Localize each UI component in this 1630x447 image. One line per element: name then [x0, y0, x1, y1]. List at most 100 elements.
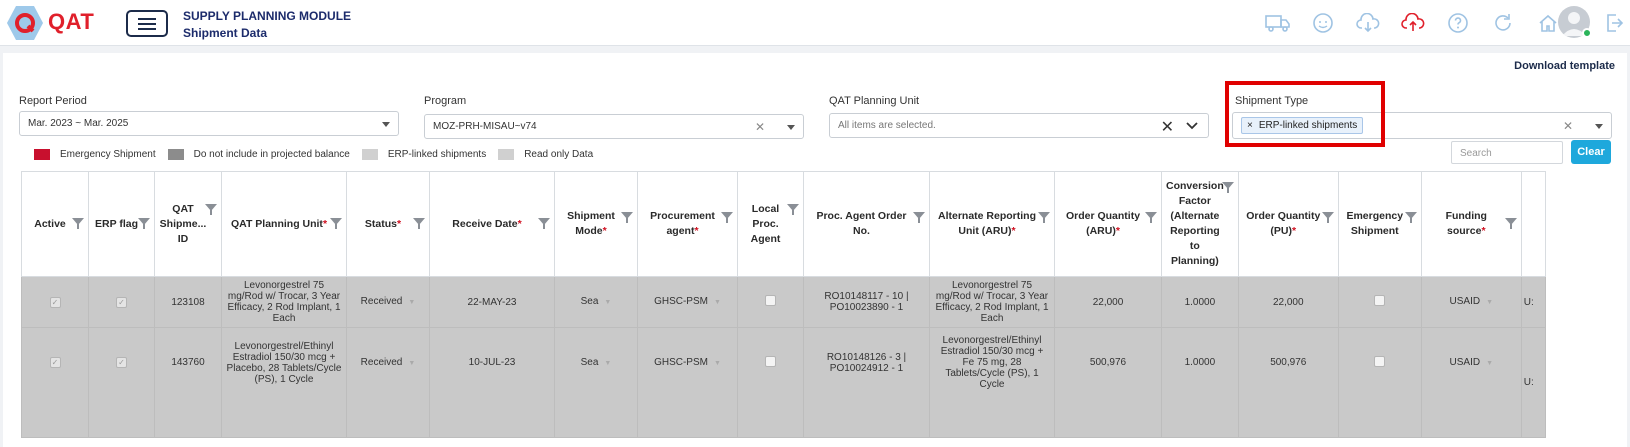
order-qty-aru-cell[interactable]: 500,976 [1054, 327, 1162, 438]
funding-value: USAID [1449, 296, 1481, 307]
column-header-funding-source[interactable]: Funding source* [1420, 171, 1522, 277]
table-row[interactable]: ✓ ✓ 123108 Levonorgestrel 75 mg/Rod w/ T… [21, 276, 1546, 328]
column-header-label: QAT Shipme... ID [159, 202, 207, 245]
help-icon[interactable] [1435, 8, 1480, 38]
program-select[interactable]: MOZ-PRH-MISAU~v74 ✕ [424, 114, 804, 139]
truck-icon[interactable] [1255, 8, 1300, 38]
cloud-download-icon[interactable] [1345, 8, 1390, 38]
active-checkbox[interactable]: ✓ [49, 296, 61, 308]
filter-icon[interactable] [1321, 212, 1334, 223]
column-header-order-qty-aru[interactable]: Order Quantity (ARU)* [1054, 171, 1162, 277]
logout-icon[interactable] [1604, 12, 1624, 34]
filter-icon[interactable] [205, 204, 217, 215]
required-marker: * [397, 217, 402, 230]
erp-flag-checkbox[interactable]: ✓ [116, 296, 127, 308]
filter-icon[interactable] [721, 212, 733, 223]
clear-button[interactable]: Clear [1571, 140, 1611, 164]
legend-swatch [167, 149, 184, 160]
local-proc-agent-cell[interactable] [737, 276, 804, 328]
filter-icon[interactable] [621, 212, 633, 223]
emergency-checkbox[interactable] [1374, 355, 1386, 367]
chevron-down-icon[interactable] [1186, 121, 1198, 130]
column-header-status[interactable]: Status* [346, 171, 430, 277]
filter-icon[interactable] [1038, 212, 1050, 223]
receive-date-cell[interactable]: 22-MAY-23 [429, 276, 555, 328]
refresh-icon[interactable] [1480, 8, 1525, 38]
status-cell[interactable]: Received ▼ [346, 276, 430, 328]
receive-date-cell[interactable]: 10-JUL-23 [429, 327, 555, 438]
erp-flag-checkbox[interactable]: ✓ [116, 357, 127, 368]
planning-unit-cell[interactable]: Levonorgestrel/Ethinyl Estradiol 150/30 … [221, 327, 347, 438]
column-header-active[interactable]: Active [21, 171, 89, 277]
status-cell[interactable]: Received ▼ [346, 327, 430, 438]
erp-flag-cell[interactable]: ✓ [88, 327, 155, 438]
dropdown-icon: ▼ [713, 359, 721, 367]
legend-swatch [498, 149, 515, 160]
order-no-cell[interactable]: RO10148117 - 10 | PO10023890 - 1 [803, 276, 930, 328]
program-value: MOZ-PRH-MISAU~v74 [433, 121, 537, 132]
column-header-aru[interactable]: Alternate Reporting Unit (ARU)* [929, 171, 1055, 277]
order-no-cell[interactable]: RO10148126 - 3 | PO10024912 - 1 [803, 327, 930, 438]
column-header-procurement-agent[interactable]: Procurement agent* [637, 171, 738, 277]
order-qty-aru-cell[interactable]: 22,000 [1054, 276, 1162, 328]
funding-source-cell[interactable]: USAID ▼ [1420, 327, 1522, 438]
column-header-label: Alternate Reporting Unit (ARU) [937, 210, 1036, 237]
emergency-checkbox[interactable] [1374, 295, 1386, 306]
column-header-planning-unit[interactable]: QAT Planning Unit* [221, 171, 347, 277]
erp-flag-cell[interactable]: ✓ [88, 276, 155, 328]
clear-planning-unit-icon[interactable]: ✕ [1161, 117, 1174, 137]
shipment-id-cell: 123108 [154, 276, 222, 328]
table-row[interactable]: ✓ ✓ 143760 Levonorgestrel/Ethinyl Estrad… [21, 327, 1546, 438]
planning-unit-select[interactable]: All items are selected. ✕ [829, 113, 1209, 138]
filter-icon[interactable] [538, 218, 550, 229]
column-header-receive-date[interactable]: Receive Date* [429, 171, 555, 277]
filter-icon[interactable] [413, 218, 425, 229]
active-checkbox-cell[interactable]: ✓ [21, 327, 89, 438]
cloud-upload-icon[interactable] [1390, 8, 1435, 38]
menu-toggle-button[interactable] [126, 10, 168, 37]
local-proc-agent-checkbox[interactable] [765, 295, 776, 306]
column-header-emergency-shipment[interactable]: Emergency Shipment [1337, 171, 1422, 277]
filter-icon[interactable] [330, 218, 342, 229]
mode-value: Sea [580, 356, 599, 368]
filter-icon[interactable] [913, 212, 925, 223]
dropdown-icon: ▼ [408, 359, 416, 367]
local-proc-agent-cell[interactable] [737, 327, 804, 438]
filter-icon[interactable] [1504, 218, 1517, 229]
active-checkbox[interactable]: ✓ [49, 357, 61, 368]
column-header-local-proc-agent[interactable]: Local Proc. Agent [737, 171, 804, 277]
column-header-shipment-mode[interactable]: Shipment Mode* [554, 171, 638, 277]
shipment-mode-cell[interactable]: Sea ▼ [554, 327, 638, 438]
download-template-link[interactable]: Download template [1514, 60, 1615, 72]
report-period-select[interactable]: Mar. 2023 ~ Mar. 2025 [19, 111, 399, 136]
filter-icon[interactable] [1404, 212, 1417, 223]
aru-cell[interactable]: Levonorgestrel 75 mg/Rod w/ Trocar, 3 Ye… [929, 276, 1055, 328]
column-header-order-qty-pu[interactable]: Order Quantity (PU)* [1237, 171, 1339, 277]
legend-item: Emergency Shipment [34, 149, 156, 160]
column-header-conversion-factor[interactable]: Conversion Factor (Alternate Reporting t… [1161, 171, 1239, 277]
emergency-shipment-cell[interactable] [1337, 327, 1422, 438]
clear-program-icon[interactable]: ✕ [755, 120, 765, 134]
filter-icon[interactable] [1221, 182, 1234, 193]
filter-icon[interactable] [1145, 212, 1157, 223]
procurement-agent-cell[interactable]: GHSC-PSM ▼ [637, 327, 738, 438]
column-header-order-no[interactable]: Proc. Agent Order No. [803, 171, 930, 277]
clear-shipment-type-icon[interactable]: ✕ [1563, 119, 1573, 133]
module-title: SUPPLY PLANNING MODULE [183, 9, 352, 23]
planning-unit-cell[interactable]: Levonorgestrel 75 mg/Rod w/ Trocar, 3 Ye… [221, 276, 347, 328]
procurement-agent-cell[interactable]: GHSC-PSM ▼ [637, 276, 738, 328]
emergency-shipment-cell[interactable] [1337, 276, 1422, 328]
filter-icon[interactable] [72, 218, 84, 229]
search-input[interactable]: Search [1451, 141, 1563, 164]
shipment-mode-cell[interactable]: Sea ▼ [554, 276, 638, 328]
funding-source-cell[interactable]: USAID ▼ [1420, 276, 1522, 328]
column-header-erp-flag[interactable]: ERP flag [88, 171, 155, 277]
aru-cell[interactable]: Levonorgestrel/Ethinyl Estradiol 150/30 … [929, 327, 1055, 438]
local-proc-agent-checkbox[interactable] [765, 355, 776, 367]
person-icon[interactable] [1300, 8, 1345, 38]
filter-icon[interactable] [138, 218, 150, 229]
qat-logo-icon[interactable] [6, 4, 44, 42]
filter-icon[interactable] [787, 204, 799, 215]
column-header-shipment-id[interactable]: QAT Shipme... ID [154, 171, 222, 277]
active-checkbox-cell[interactable]: ✓ [21, 276, 89, 328]
